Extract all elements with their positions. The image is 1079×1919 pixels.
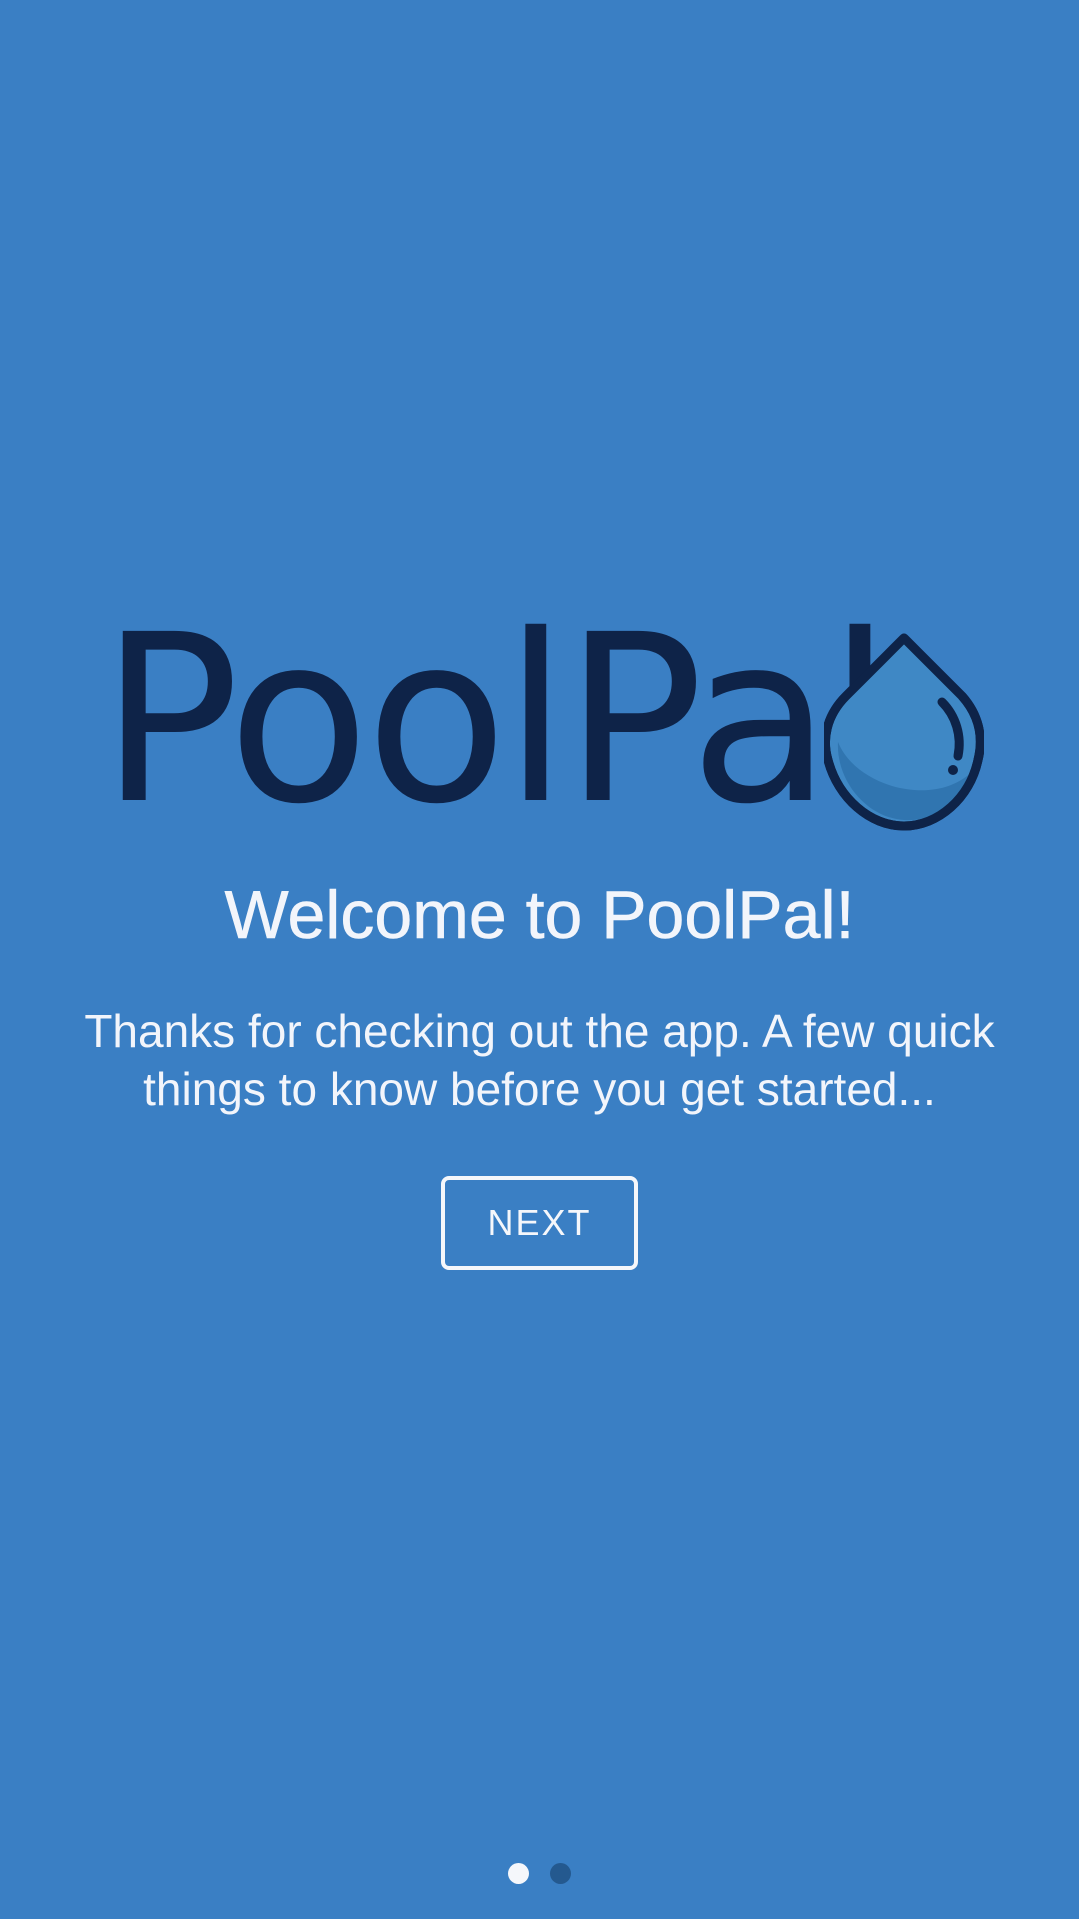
app-logo: PoolPal (100, 585, 984, 855)
page-dot-2[interactable] (550, 1863, 571, 1884)
logo-wordmark: PoolPal (100, 585, 892, 855)
water-drop-icon (824, 633, 984, 831)
welcome-screen: PoolPal Welcome to PoolPal! Thanks for c… (0, 0, 1079, 1919)
page-dot-1[interactable] (508, 1863, 529, 1884)
next-button[interactable]: NEXT (441, 1176, 638, 1270)
welcome-title: Welcome to PoolPal! (224, 877, 855, 954)
welcome-message: Thanks for checking out the app. A few q… (84, 1005, 995, 1115)
page-indicator (0, 1863, 1079, 1884)
